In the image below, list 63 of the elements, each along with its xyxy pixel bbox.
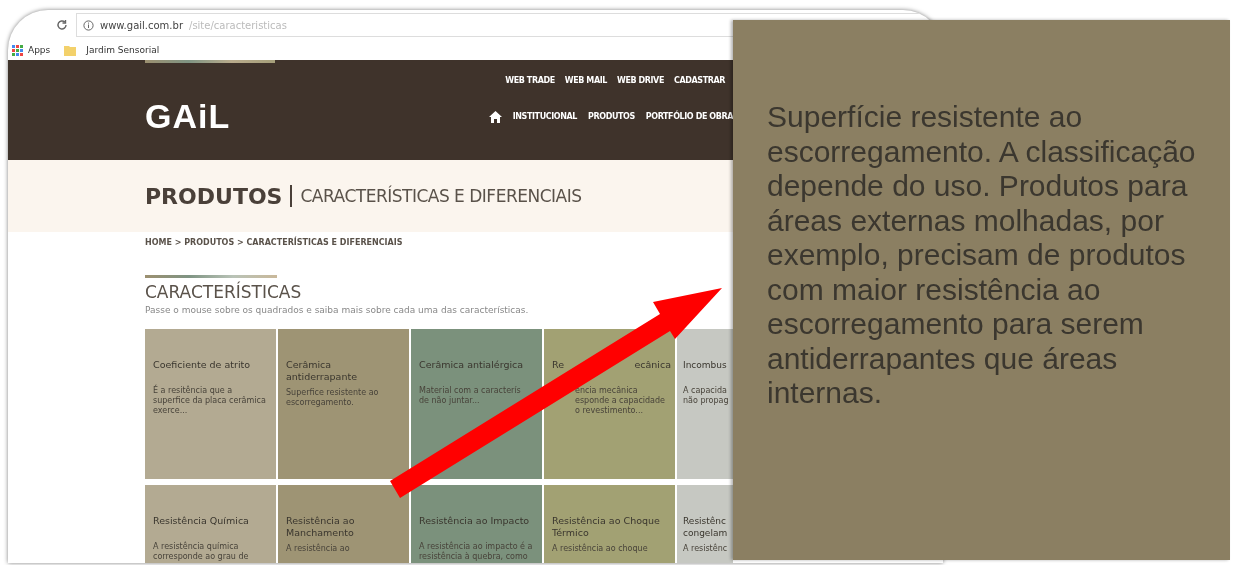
breadcrumb: HOME > PRODUTOS > CARACTERÍSTICAS E DIFERENCIAIS xyxy=(145,238,404,247)
card-title: Incombus xyxy=(683,359,727,371)
home-icon[interactable] xyxy=(488,110,502,123)
tooltip-text: Superfície resistente ao escorregamento. A classificação depende do uso. Produtos para áreas externas molhadas, por exemplo, precisam de produtos com maior resistência ao escorregamento para serem antiderrapantes que áreas internas. xyxy=(767,100,1197,411)
card-description: A resistência química xyxy=(153,542,239,552)
card-description: não propag xyxy=(683,396,729,406)
card-description: Material com a caracterís xyxy=(419,386,521,396)
card-title: antiderrapante xyxy=(286,371,357,383)
feature-card[interactable]: Resistência ao Manchamento A resistência ao xyxy=(278,485,409,563)
section-title: CARACTERÍSTICAS xyxy=(145,282,302,302)
card-description: corresponde ao grau de xyxy=(153,552,249,562)
card-description: de não juntar... xyxy=(419,396,480,406)
card-title: Coeficiente de atrito xyxy=(153,359,251,371)
card-title: Cerâmica antialérgica xyxy=(419,359,524,371)
top-link[interactable]: WEB MAIL xyxy=(564,76,607,85)
card-title: Resistência ao Impacto xyxy=(419,515,530,527)
card-description: exerce... xyxy=(153,406,188,416)
feature-card[interactable]: Resistênc congelam A resistênc xyxy=(677,485,733,563)
nav-link[interactable]: INSTITUCIONAL xyxy=(512,112,577,121)
card-title: Resistência Química xyxy=(153,515,249,527)
card-description: A resistênc xyxy=(683,544,728,554)
card-title: ecânica xyxy=(634,359,671,371)
card-description: A resistência ao choque xyxy=(552,544,648,554)
top-link[interactable]: WEB DRIVE xyxy=(616,76,664,85)
feature-card[interactable]: Resistência ao Impacto A resistência ao impacto é a resistência à quebra, como xyxy=(411,485,542,563)
card-description: ência mecânica xyxy=(575,386,638,396)
card-title: congelam xyxy=(683,527,728,539)
card-title: Resistência ao Choque xyxy=(552,515,660,527)
bookmark-item[interactable]: Apps xyxy=(12,44,51,56)
card-description: o revestimento... xyxy=(575,406,643,416)
site-logo[interactable]: GAiL xyxy=(145,97,231,136)
nav-link[interactable]: PRODUTOS xyxy=(588,112,635,121)
bookmark-item[interactable]: Jardim Sensorial xyxy=(64,44,160,56)
card-title: Resistênc xyxy=(683,515,726,527)
info-icon[interactable] xyxy=(83,19,94,31)
feature-card[interactable]: Resistência ao Choque Térmico A resistência ao choque xyxy=(544,485,675,563)
folder-icon xyxy=(64,44,77,56)
section-intro: Passe o mouse sobre os quadrados e saiba mais sobre cada uma das características. xyxy=(145,305,529,315)
card-description: A capacida xyxy=(683,386,727,396)
card-description: A resistência ao impacto é a xyxy=(419,542,533,551)
top-link[interactable]: CADASTRAR xyxy=(673,76,725,85)
card-description: escorregamento. xyxy=(286,398,354,408)
card-title: Manchamento xyxy=(286,527,354,539)
card-title: Re xyxy=(552,359,565,371)
feature-card[interactable]: Coeficiente de atrito É a resitência que a superfice da placa cerâmica exerce... xyxy=(145,329,276,479)
feature-card[interactable]: Cerâmica antiderrapante Superfice resistente ao escorregamento. xyxy=(278,329,409,479)
card-description: esponde a capacidade xyxy=(575,396,665,406)
card-description: superfice da placa cerâmica xyxy=(153,396,266,406)
feature-card[interactable]: Resistência Química A resistência química corresponde ao grau de xyxy=(145,485,276,563)
top-link[interactable]: WEB TRADE xyxy=(505,76,555,85)
card-description: resistência à quebra, como xyxy=(419,552,528,562)
page-subtitle: CARACTERÍSTICAS E DIFERENCIAIS xyxy=(300,186,582,206)
reload-icon[interactable] xyxy=(56,19,68,31)
apps-grid-icon xyxy=(12,44,23,56)
card-description: A resistência ao xyxy=(286,544,350,554)
page-title: PRODUTOS xyxy=(145,183,283,209)
card-title: Cerâmica xyxy=(286,359,332,371)
nav-link[interactable]: PORTFÓLIO DE OBRA xyxy=(645,112,733,121)
card-description: É a resitência que a xyxy=(153,386,233,396)
card-description: Superfice resistente ao xyxy=(286,388,379,398)
card-title: Térmico xyxy=(552,527,589,539)
feature-card[interactable]: Incombus A capacida não propag xyxy=(677,329,733,479)
card-title: Resistência ao xyxy=(286,515,355,527)
